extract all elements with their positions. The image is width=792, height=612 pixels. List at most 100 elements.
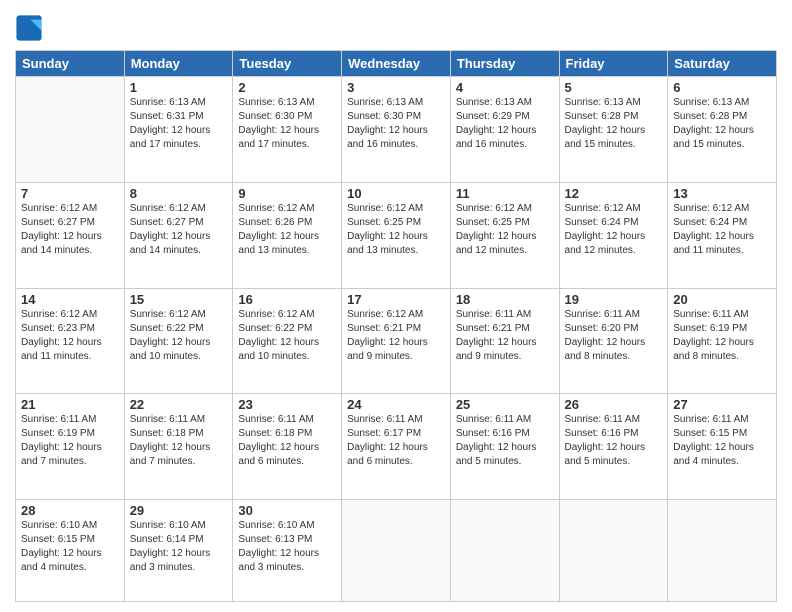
- calendar-cell: 30Sunrise: 6:10 AM Sunset: 6:13 PM Dayli…: [233, 500, 342, 602]
- day-number: 9: [238, 186, 336, 201]
- day-number: 21: [21, 397, 119, 412]
- day-number: 6: [673, 80, 771, 95]
- calendar-cell: [668, 500, 777, 602]
- day-number: 30: [238, 503, 336, 518]
- day-number: 18: [456, 292, 554, 307]
- calendar-cell: 8Sunrise: 6:12 AM Sunset: 6:27 PM Daylig…: [124, 182, 233, 288]
- weekday-header-tuesday: Tuesday: [233, 51, 342, 77]
- page: SundayMondayTuesdayWednesdayThursdayFrid…: [0, 0, 792, 612]
- day-info: Sunrise: 6:12 AM Sunset: 6:27 PM Dayligh…: [21, 202, 119, 258]
- day-info: Sunrise: 6:13 AM Sunset: 6:28 PM Dayligh…: [565, 96, 663, 152]
- day-number: 8: [130, 186, 228, 201]
- day-info: Sunrise: 6:11 AM Sunset: 6:18 PM Dayligh…: [130, 413, 228, 469]
- calendar-cell: 9Sunrise: 6:12 AM Sunset: 6:26 PM Daylig…: [233, 182, 342, 288]
- day-info: Sunrise: 6:12 AM Sunset: 6:23 PM Dayligh…: [21, 308, 119, 364]
- calendar-cell: 22Sunrise: 6:11 AM Sunset: 6:18 PM Dayli…: [124, 394, 233, 500]
- day-info: Sunrise: 6:13 AM Sunset: 6:31 PM Dayligh…: [130, 96, 228, 152]
- day-number: 29: [130, 503, 228, 518]
- calendar-cell: 2Sunrise: 6:13 AM Sunset: 6:30 PM Daylig…: [233, 77, 342, 183]
- logo-icon: [15, 14, 43, 42]
- day-number: 11: [456, 186, 554, 201]
- day-number: 24: [347, 397, 445, 412]
- weekday-header-thursday: Thursday: [450, 51, 559, 77]
- day-info: Sunrise: 6:12 AM Sunset: 6:22 PM Dayligh…: [130, 308, 228, 364]
- day-number: 4: [456, 80, 554, 95]
- day-info: Sunrise: 6:12 AM Sunset: 6:25 PM Dayligh…: [456, 202, 554, 258]
- day-number: 22: [130, 397, 228, 412]
- calendar-cell: 6Sunrise: 6:13 AM Sunset: 6:28 PM Daylig…: [668, 77, 777, 183]
- day-number: 13: [673, 186, 771, 201]
- day-info: Sunrise: 6:12 AM Sunset: 6:24 PM Dayligh…: [673, 202, 771, 258]
- calendar-cell: 20Sunrise: 6:11 AM Sunset: 6:19 PM Dayli…: [668, 288, 777, 394]
- weekday-header-sunday: Sunday: [16, 51, 125, 77]
- day-info: Sunrise: 6:12 AM Sunset: 6:25 PM Dayligh…: [347, 202, 445, 258]
- calendar-week-4: 21Sunrise: 6:11 AM Sunset: 6:19 PM Dayli…: [16, 394, 777, 500]
- day-number: 17: [347, 292, 445, 307]
- calendar-cell: 18Sunrise: 6:11 AM Sunset: 6:21 PM Dayli…: [450, 288, 559, 394]
- calendar-cell: 7Sunrise: 6:12 AM Sunset: 6:27 PM Daylig…: [16, 182, 125, 288]
- calendar-cell: [559, 500, 668, 602]
- day-number: 7: [21, 186, 119, 201]
- calendar-cell: 10Sunrise: 6:12 AM Sunset: 6:25 PM Dayli…: [342, 182, 451, 288]
- day-info: Sunrise: 6:11 AM Sunset: 6:20 PM Dayligh…: [565, 308, 663, 364]
- calendar-cell: 13Sunrise: 6:12 AM Sunset: 6:24 PM Dayli…: [668, 182, 777, 288]
- day-info: Sunrise: 6:11 AM Sunset: 6:19 PM Dayligh…: [21, 413, 119, 469]
- day-number: 2: [238, 80, 336, 95]
- calendar-week-1: 1Sunrise: 6:13 AM Sunset: 6:31 PM Daylig…: [16, 77, 777, 183]
- day-number: 12: [565, 186, 663, 201]
- day-number: 28: [21, 503, 119, 518]
- header: [15, 10, 777, 42]
- calendar-cell: 4Sunrise: 6:13 AM Sunset: 6:29 PM Daylig…: [450, 77, 559, 183]
- day-number: 20: [673, 292, 771, 307]
- day-number: 23: [238, 397, 336, 412]
- calendar-cell: 16Sunrise: 6:12 AM Sunset: 6:22 PM Dayli…: [233, 288, 342, 394]
- calendar-cell: [16, 77, 125, 183]
- weekday-header-wednesday: Wednesday: [342, 51, 451, 77]
- day-info: Sunrise: 6:12 AM Sunset: 6:22 PM Dayligh…: [238, 308, 336, 364]
- day-info: Sunrise: 6:13 AM Sunset: 6:30 PM Dayligh…: [347, 96, 445, 152]
- day-number: 16: [238, 292, 336, 307]
- weekday-header-saturday: Saturday: [668, 51, 777, 77]
- day-info: Sunrise: 6:11 AM Sunset: 6:19 PM Dayligh…: [673, 308, 771, 364]
- day-info: Sunrise: 6:11 AM Sunset: 6:18 PM Dayligh…: [238, 413, 336, 469]
- day-number: 15: [130, 292, 228, 307]
- calendar-cell: 5Sunrise: 6:13 AM Sunset: 6:28 PM Daylig…: [559, 77, 668, 183]
- day-info: Sunrise: 6:10 AM Sunset: 6:13 PM Dayligh…: [238, 519, 336, 575]
- calendar-cell: 1Sunrise: 6:13 AM Sunset: 6:31 PM Daylig…: [124, 77, 233, 183]
- calendar-table: SundayMondayTuesdayWednesdayThursdayFrid…: [15, 50, 777, 602]
- calendar-header-row: SundayMondayTuesdayWednesdayThursdayFrid…: [16, 51, 777, 77]
- calendar-week-3: 14Sunrise: 6:12 AM Sunset: 6:23 PM Dayli…: [16, 288, 777, 394]
- day-info: Sunrise: 6:10 AM Sunset: 6:15 PM Dayligh…: [21, 519, 119, 575]
- day-number: 27: [673, 397, 771, 412]
- calendar-cell: [450, 500, 559, 602]
- day-info: Sunrise: 6:12 AM Sunset: 6:24 PM Dayligh…: [565, 202, 663, 258]
- day-info: Sunrise: 6:11 AM Sunset: 6:21 PM Dayligh…: [456, 308, 554, 364]
- calendar-cell: 26Sunrise: 6:11 AM Sunset: 6:16 PM Dayli…: [559, 394, 668, 500]
- calendar-cell: 19Sunrise: 6:11 AM Sunset: 6:20 PM Dayli…: [559, 288, 668, 394]
- day-info: Sunrise: 6:13 AM Sunset: 6:30 PM Dayligh…: [238, 96, 336, 152]
- day-info: Sunrise: 6:11 AM Sunset: 6:16 PM Dayligh…: [565, 413, 663, 469]
- day-number: 5: [565, 80, 663, 95]
- day-info: Sunrise: 6:12 AM Sunset: 6:26 PM Dayligh…: [238, 202, 336, 258]
- calendar-cell: 24Sunrise: 6:11 AM Sunset: 6:17 PM Dayli…: [342, 394, 451, 500]
- day-info: Sunrise: 6:11 AM Sunset: 6:16 PM Dayligh…: [456, 413, 554, 469]
- calendar-cell: 27Sunrise: 6:11 AM Sunset: 6:15 PM Dayli…: [668, 394, 777, 500]
- day-number: 3: [347, 80, 445, 95]
- calendar-cell: 28Sunrise: 6:10 AM Sunset: 6:15 PM Dayli…: [16, 500, 125, 602]
- calendar-week-5: 28Sunrise: 6:10 AM Sunset: 6:15 PM Dayli…: [16, 500, 777, 602]
- calendar-cell: 23Sunrise: 6:11 AM Sunset: 6:18 PM Dayli…: [233, 394, 342, 500]
- calendar-cell: [342, 500, 451, 602]
- calendar-cell: 11Sunrise: 6:12 AM Sunset: 6:25 PM Dayli…: [450, 182, 559, 288]
- day-number: 25: [456, 397, 554, 412]
- day-number: 19: [565, 292, 663, 307]
- calendar-cell: 14Sunrise: 6:12 AM Sunset: 6:23 PM Dayli…: [16, 288, 125, 394]
- calendar-cell: 29Sunrise: 6:10 AM Sunset: 6:14 PM Dayli…: [124, 500, 233, 602]
- day-number: 26: [565, 397, 663, 412]
- calendar-cell: 25Sunrise: 6:11 AM Sunset: 6:16 PM Dayli…: [450, 394, 559, 500]
- day-info: Sunrise: 6:11 AM Sunset: 6:17 PM Dayligh…: [347, 413, 445, 469]
- calendar-week-2: 7Sunrise: 6:12 AM Sunset: 6:27 PM Daylig…: [16, 182, 777, 288]
- day-info: Sunrise: 6:12 AM Sunset: 6:27 PM Dayligh…: [130, 202, 228, 258]
- logo: [15, 14, 45, 42]
- day-number: 10: [347, 186, 445, 201]
- weekday-header-monday: Monday: [124, 51, 233, 77]
